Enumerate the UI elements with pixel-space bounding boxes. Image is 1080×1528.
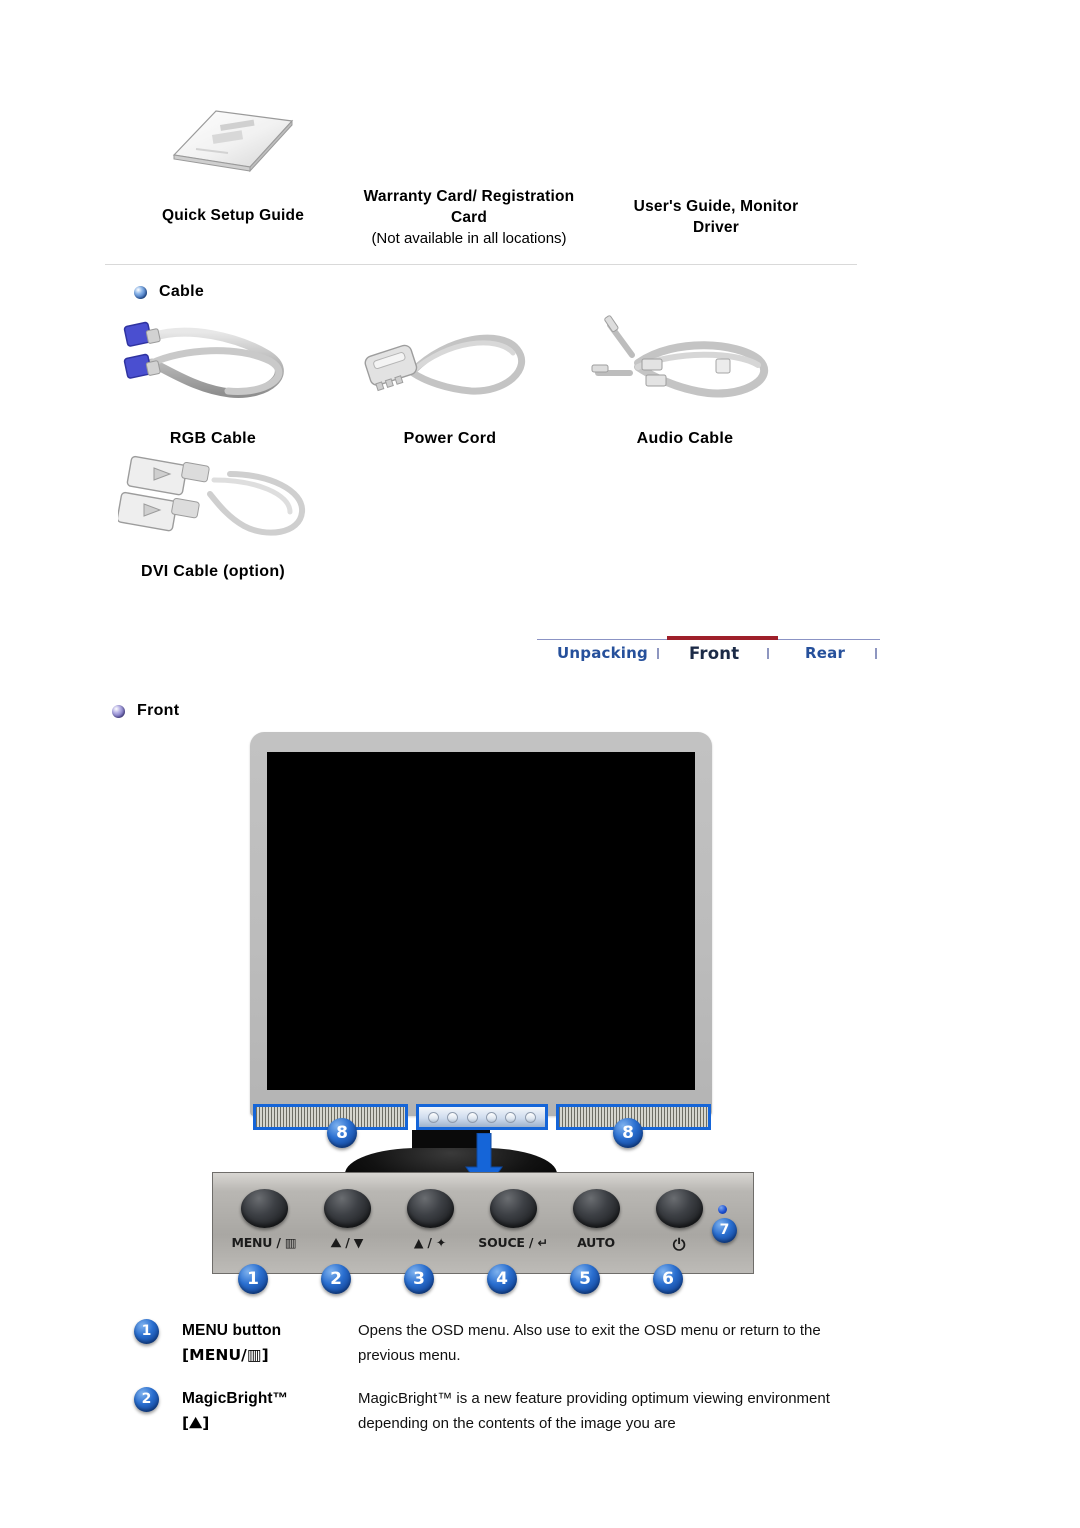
tab-front[interactable]: Front [689,644,739,663]
button-callout-6: 6 [653,1264,683,1294]
description-term-line1: MENU button [182,1322,282,1339]
accessory-caption: User's Guide, Monitor Driver [633,198,799,236]
description-badge: 1 [134,1319,159,1344]
tab-rear[interactable]: Rear [805,644,845,662]
volume-up-button[interactable] [407,1189,454,1228]
mini-button[interactable] [524,1111,536,1123]
description-term: MENU button [MENU/▥] [182,1318,352,1368]
cable-audio: Audio Cable [590,315,780,448]
nav-separator [767,648,769,659]
nav-separator [657,648,659,659]
accessory-subcaption: (Not available in all locations) [371,230,567,247]
source-button[interactable] [490,1189,537,1228]
section-divider [105,264,857,265]
mini-button[interactable] [486,1111,498,1123]
cable-caption: Audio Cable [636,430,734,447]
button-callout-5: 5 [570,1264,600,1294]
nav-active-indicator [667,636,778,640]
button-description-list: 1 MENU button [MENU/▥] Opens the OSD men… [0,1316,1080,1450]
tab-unpacking[interactable]: Unpacking [557,644,648,662]
speaker-callout-left: 8 [327,1118,357,1148]
accessory-warranty-card: Warranty Card/ Registration Card (Not av… [352,186,586,249]
description-definition: Opens the OSD menu. Also use to exit the… [358,1322,821,1364]
button-callout-4: 4 [487,1264,517,1294]
button-callout-1: 1 [238,1264,268,1294]
cable-section: RGB Cable Power Cord Audio Cable DVI Cab… [0,300,1080,600]
audio-cable-icon [591,315,769,398]
mini-button[interactable] [505,1111,517,1123]
power-cord-icon [364,334,526,395]
mini-button[interactable] [428,1111,440,1123]
cable-rgb: RGB Cable [118,315,308,448]
monitor-bezel [250,732,712,1116]
description-definition: MagicBright™ is a new feature providing … [358,1390,830,1432]
accessories-section: Quick Setup Guide Warranty Card/ Registr… [0,0,1080,270]
accessory-quick-setup-guide: Quick Setup Guide [138,205,328,226]
button-callout-2: 2 [321,1264,351,1294]
description-term: MagicBright™ [⛰] [182,1386,352,1436]
led-callout: 7 [712,1218,737,1243]
description-row: 1 MENU button [MENU/▥] Opens the OSD men… [0,1316,1080,1382]
button-callout-3: 3 [404,1264,434,1294]
speaker-callout-right: 8 [613,1118,643,1148]
monitor-control-strip[interactable] [416,1104,548,1130]
description-badge: 2 [134,1387,159,1412]
magicbright-button[interactable] [324,1189,371,1228]
cable-caption: DVI Cable (option) [140,563,286,580]
cable-caption: Power Cord [403,430,497,447]
rgb-cable-icon [123,321,284,398]
accessory-users-guide: User's Guide, Monitor Driver [630,196,802,238]
blue-bullet-icon [134,285,147,299]
description-term-line2: [MENU/▥] [182,1346,269,1364]
mini-button[interactable] [447,1111,459,1123]
cable-caption: RGB Cable [169,430,257,447]
nav-separator [875,648,877,659]
cable-dvi: DVI Cable (option) [116,450,308,581]
auto-button[interactable] [573,1189,620,1228]
monitor-screen [267,752,695,1090]
accessory-caption: Quick Setup Guide [161,207,305,224]
menu-button[interactable] [241,1189,288,1228]
description-term-line1: MagicBright™ [182,1390,289,1407]
navigation-tabs[interactable]: Unpacking Front Rear [537,636,880,670]
cable-heading-label: Cable [159,283,205,300]
zoomed-control-panel: MENU / ▥ ⛰ / ▼ ▲ / ✦ SOUCE / ↵ AUTO ⏻ [212,1172,754,1274]
quick-setup-guide-booklet-icon [168,105,298,175]
power-led-icon [718,1205,727,1214]
accessory-caption: Warranty Card/ Registration Card [363,188,575,226]
cable-power-cord: Power Cord [355,315,545,448]
mini-button[interactable] [466,1111,478,1123]
description-row: 2 MagicBright™ [⛰] MagicBright™ is a new… [0,1384,1080,1450]
dvi-cable-icon [116,455,305,536]
cable-section-heading: Cable [134,283,204,301]
power-button[interactable] [656,1189,703,1228]
description-term-line2: [⛰] [182,1414,210,1432]
monitor-bezel-bottom-row [253,1104,711,1130]
